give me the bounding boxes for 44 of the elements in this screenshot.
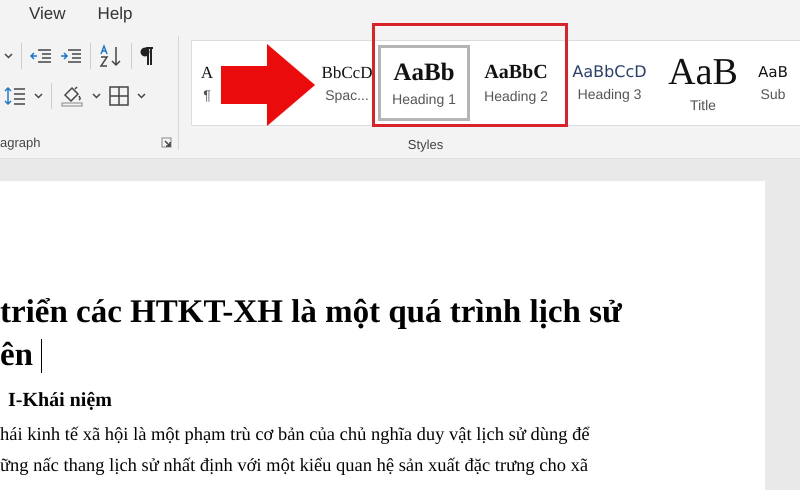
chevron-down-icon[interactable] [92, 93, 101, 99]
style-preview: AaBbC [484, 62, 548, 82]
style-name: Title [690, 97, 716, 113]
style-name: Spac... [325, 86, 369, 102]
sort-icon[interactable] [99, 44, 123, 68]
borders-icon[interactable] [109, 86, 129, 106]
style-item[interactable]: AaBbCcD Heading 3 [562, 45, 657, 121]
style-item[interactable]: AaBb Heading 1 [378, 45, 470, 121]
style-preview: AaBbCcD [572, 64, 647, 80]
body-text: hái kinh tế xã hội là một phạm trù cơ bản của chủ nghĩa duy vật lịch sử dùng để [0, 424, 591, 447]
style-item[interactable]: AaBbC Heading 2 [470, 45, 562, 121]
decrease-indent-icon[interactable] [30, 48, 52, 64]
style-preview: AaB [758, 64, 788, 80]
shading-bucket-icon[interactable] [60, 85, 84, 107]
style-name: Heading 2 [484, 88, 548, 104]
style-item[interactable]: A ¶ [196, 45, 218, 121]
group-label: Styles [408, 137, 444, 152]
subheading-text: I-Khái niệm [8, 389, 113, 412]
dialog-launcher-icon[interactable] [161, 137, 172, 148]
group-label: agraph [0, 135, 40, 150]
style-name: ¶ [203, 86, 211, 102]
style-name: Heading 1 [392, 90, 456, 106]
style-preview: AaB [668, 53, 738, 91]
style-preview: A [200, 64, 214, 80]
style-item[interactable]: AaB Title [657, 45, 749, 121]
style-preview: BbCcD [322, 64, 372, 80]
style-item[interactable]: BbCcD Spac... [316, 45, 378, 121]
menu-item[interactable]: View [29, 4, 66, 24]
menu-item[interactable]: Help [98, 4, 133, 24]
pilcrow-icon[interactable] [140, 46, 154, 66]
style-item[interactable]: AaB Sub [749, 45, 797, 121]
heading-text: triển các HTKT-XH là một quá trình lịch sử [0, 293, 622, 332]
chevron-down-icon[interactable] [4, 53, 13, 59]
heading-text: ên [0, 336, 33, 375]
line-spacing-icon[interactable] [4, 86, 26, 106]
text-cursor [41, 338, 42, 372]
body-text: ững nấc thang lịch sử nhất định với một kiểu quan hệ sản xuất đặc trưng cho xã [0, 455, 590, 478]
arrow-icon [221, 44, 315, 126]
style-name: Heading 3 [578, 86, 642, 102]
increase-indent-icon[interactable] [60, 48, 82, 64]
style-preview: AaBb [393, 60, 455, 84]
chevron-down-icon[interactable] [34, 93, 43, 99]
style-name: Sub [760, 86, 786, 102]
chevron-down-icon[interactable] [137, 93, 146, 99]
